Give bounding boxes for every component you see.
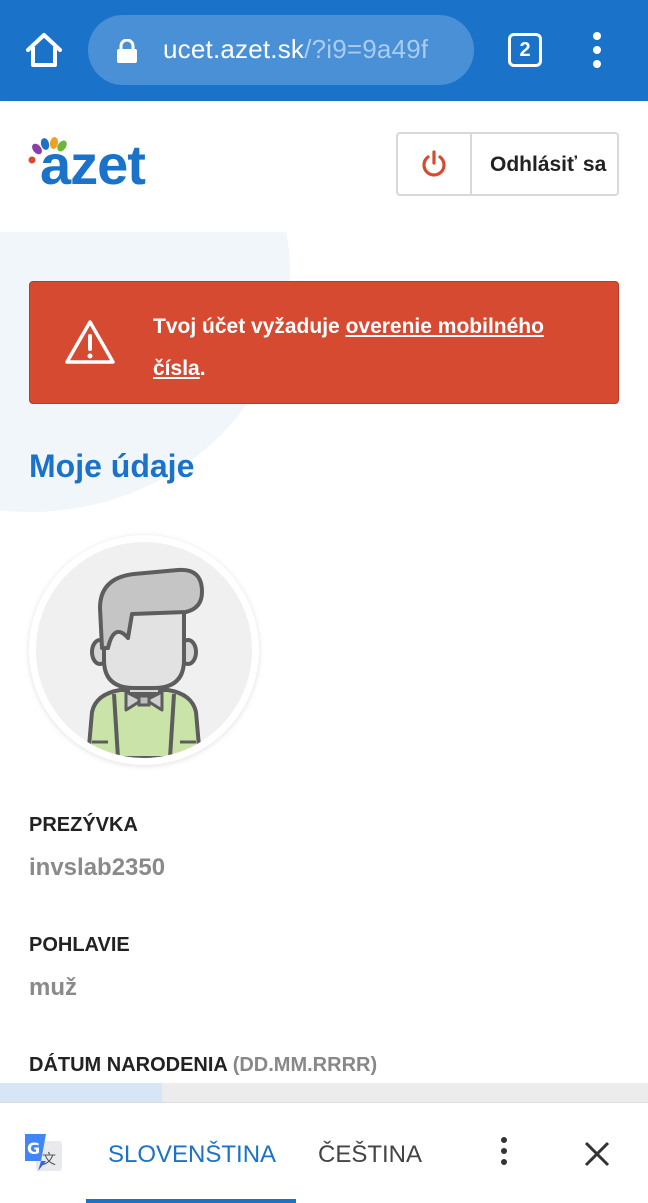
alert-message: Tvoj účet vyžaduje overenie mobilného čí… <box>153 306 593 390</box>
url-text: ucet.azet.sk/?i9=9a49f <box>163 34 428 65</box>
avatar[interactable] <box>29 535 259 765</box>
gender-label: POHLAVIE <box>29 934 130 956</box>
address-bar[interactable]: ucet.azet.sk/?i9=9a49f <box>88 15 474 85</box>
logout-button[interactable]: Odhlásiť sa <box>396 132 619 196</box>
logo-text: azet <box>40 133 146 196</box>
overflow-menu-icon[interactable] <box>586 32 608 72</box>
google-translate-icon: 文 G <box>22 1131 64 1173</box>
page-load-progress-fill <box>0 1083 162 1102</box>
browser-toolbar: ucet.azet.sk/?i9=9a49f 2 <box>0 0 648 101</box>
logout-label: Odhlásiť sa <box>490 153 607 176</box>
home-icon[interactable] <box>22 28 66 72</box>
svg-text:文: 文 <box>42 1152 56 1168</box>
warning-icon <box>64 318 116 371</box>
site-header: azet Odhlásiť sa <box>0 101 648 232</box>
nickname-label: PREZÝVKA <box>29 814 138 836</box>
birthdate-format-hint: (DD.MM.RRRR) <box>232 1054 378 1076</box>
lock-icon <box>116 38 138 63</box>
tab-switcher-icon[interactable]: 2 <box>508 33 542 67</box>
verification-alert: Tvoj účet vyžaduje overenie mobilného čí… <box>29 281 619 404</box>
svg-text:G: G <box>27 1139 40 1158</box>
page-load-progress <box>0 1083 648 1102</box>
translate-bar: 文 G SLOVENŠTINA ČEŠTINA <box>0 1102 648 1203</box>
close-icon[interactable] <box>584 1141 610 1167</box>
birthdate-label-text: DÁTUM NARODENIA <box>29 1054 228 1076</box>
url-path: /?i9=9a49f <box>304 34 429 64</box>
nickname-value: invslab2350 <box>29 854 166 881</box>
azet-logo[interactable]: azet <box>28 135 168 195</box>
active-tab-indicator <box>86 1199 296 1203</box>
page-title: Moje údaje <box>29 448 195 484</box>
birthdate-label: DÁTUM NARODENIA (DD.MM.RRRR) <box>29 1054 377 1077</box>
alert-text-after: . <box>199 357 206 380</box>
avatar-illustration <box>36 542 252 758</box>
tab-czech[interactable]: ČEŠTINA <box>318 1141 422 1169</box>
more-options-icon[interactable] <box>498 1137 510 1171</box>
gender-value: muž <box>29 974 77 1001</box>
url-host: ucet.azet.sk <box>163 34 305 64</box>
tab-slovak[interactable]: SLOVENŠTINA <box>108 1141 276 1169</box>
alert-text-before: Tvoj účet vyžaduje <box>153 315 346 338</box>
power-icon <box>398 134 472 194</box>
